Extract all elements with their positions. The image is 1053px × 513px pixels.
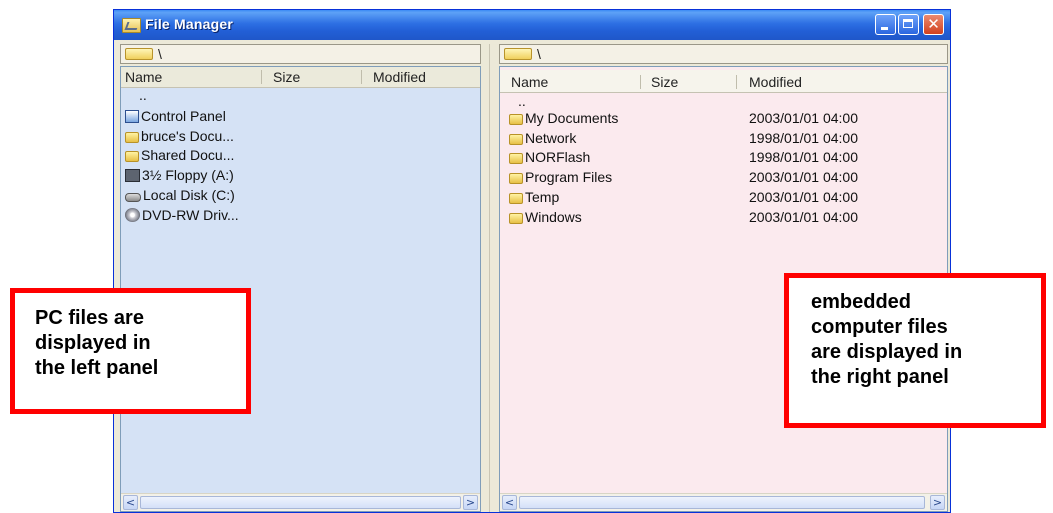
callout-line: the right panel — [811, 366, 949, 388]
item-modified: 1998/01/01 04:00 — [749, 149, 858, 165]
item-modified: 2003/01/01 04:00 — [749, 110, 858, 126]
scroll-left-button[interactable]: < — [502, 495, 517, 510]
item-name: Temp — [525, 189, 560, 205]
item-name-cell: NORFlash — [509, 149, 590, 165]
hard-disk-icon — [125, 193, 141, 202]
column-header-name[interactable]: Name — [511, 74, 548, 90]
column-header-modified[interactable]: Modified — [749, 74, 802, 90]
item-name-cell: Windows — [509, 209, 582, 225]
folder-icon — [509, 213, 523, 224]
folder-icon — [509, 153, 523, 164]
column-divider[interactable] — [261, 70, 262, 84]
folder-icon — [509, 134, 523, 145]
item-name-cell: Network — [509, 130, 576, 146]
window-title: File Manager — [145, 16, 233, 32]
right-panel-callout: embedded computer files are displayed in… — [784, 273, 1046, 428]
item-modified: 1998/01/01 04:00 — [749, 130, 858, 146]
callout-line: displayed in — [35, 332, 151, 354]
item-name: Program Files — [525, 169, 613, 185]
item-modified: 2003/01/01 04:00 — [749, 209, 858, 225]
column-header-size[interactable]: Size — [273, 69, 300, 85]
item-name: Shared Docu... — [141, 147, 235, 163]
left-path-text: \ — [158, 46, 162, 62]
right-path-bar[interactable]: \ — [499, 44, 948, 64]
folder-icon — [125, 132, 139, 143]
item-modified: 2003/01/01 04:00 — [749, 169, 858, 185]
left-panel-callout: PC files are displayed in the left panel — [10, 288, 251, 414]
item-name-cell: Control Panel — [125, 108, 226, 124]
close-button[interactable]: ✕ — [923, 14, 944, 35]
left-list-header: Name Size Modified — [121, 67, 480, 88]
column-divider[interactable] — [361, 70, 362, 84]
item-name: bruce's Docu... — [141, 128, 234, 144]
list-item[interactable]: Network 1998/01/01 04:00 — [500, 130, 940, 150]
maximize-button[interactable] — [898, 14, 919, 35]
item-name-cell: bruce's Docu... — [125, 128, 234, 144]
right-list-header: Name Size Modified — [500, 70, 947, 93]
item-name: Control Panel — [141, 108, 226, 124]
scroll-right-button[interactable]: > — [930, 495, 945, 510]
callout-line: embedded — [811, 291, 912, 313]
scroll-thumb[interactable] — [140, 496, 461, 509]
left-pane: \ Name Size Modified .. Control Panel br… — [120, 44, 481, 512]
item-modified: 2003/01/01 04:00 — [749, 189, 858, 205]
folder-icon — [509, 193, 523, 204]
scroll-thumb[interactable] — [519, 496, 925, 509]
callout-line: PC files are — [35, 307, 144, 329]
item-name: My Documents — [525, 110, 619, 126]
right-horizontal-scrollbar[interactable]: < > — [500, 493, 947, 511]
folder-icon — [125, 48, 153, 60]
folder-icon — [504, 48, 532, 60]
item-name: NORFlash — [525, 149, 591, 165]
item-name: .. — [139, 87, 147, 103]
item-name: Local Disk (C:) — [143, 187, 235, 203]
right-path-text: \ — [537, 46, 541, 62]
left-path-bar[interactable]: \ — [120, 44, 481, 64]
callout-line: computer files — [811, 316, 948, 338]
item-name: .. — [518, 93, 526, 109]
title-bar[interactable]: File Manager ✕ — [114, 10, 950, 40]
item-name-cell: Temp — [509, 189, 559, 205]
control-panel-icon — [125, 110, 139, 123]
item-name-cell: DVD-RW Driv... — [125, 207, 239, 223]
callout-line: the left panel — [35, 357, 159, 379]
file-manager-window: File Manager ✕ \ Name Size Modified .. C… — [113, 9, 951, 513]
close-icon: ✕ — [927, 15, 940, 33]
scroll-right-button[interactable]: > — [463, 495, 478, 510]
column-divider[interactable] — [736, 75, 737, 89]
item-name: DVD-RW Driv... — [142, 207, 239, 223]
column-header-name[interactable]: Name — [125, 69, 162, 85]
floppy-drive-icon — [125, 169, 140, 182]
scroll-left-button[interactable]: < — [123, 495, 138, 510]
column-header-modified[interactable]: Modified — [373, 69, 426, 85]
pane-splitter[interactable] — [481, 44, 499, 512]
file-manager-icon — [122, 18, 141, 33]
list-item[interactable]: Windows 2003/01/01 04:00 — [500, 209, 940, 229]
list-item[interactable]: Program Files 2003/01/01 04:00 — [500, 169, 940, 189]
list-item[interactable]: Temp 2003/01/01 04:00 — [500, 189, 940, 209]
minimize-button[interactable] — [875, 14, 896, 35]
item-name: Network — [525, 130, 577, 146]
item-name: 3½ Floppy (A:) — [142, 167, 234, 183]
item-name-cell: 3½ Floppy (A:) — [125, 167, 234, 183]
item-name-cell: My Documents — [509, 110, 618, 126]
left-horizontal-scrollbar[interactable]: < > — [121, 493, 480, 511]
list-item[interactable]: My Documents 2003/01/01 04:00 — [500, 110, 940, 130]
folder-icon — [509, 173, 523, 184]
column-header-size[interactable]: Size — [651, 74, 678, 90]
item-name-cell: Program Files — [509, 169, 612, 185]
column-divider[interactable] — [640, 75, 641, 89]
folder-icon — [125, 151, 139, 162]
item-name: Windows — [525, 209, 582, 225]
callout-line: are displayed in — [811, 341, 963, 363]
list-item[interactable]: NORFlash 1998/01/01 04:00 — [500, 149, 940, 169]
item-name-cell: Local Disk (C:) — [125, 187, 235, 203]
dvd-drive-icon — [125, 208, 140, 222]
item-name-cell: Shared Docu... — [125, 147, 234, 163]
folder-icon — [509, 114, 523, 125]
